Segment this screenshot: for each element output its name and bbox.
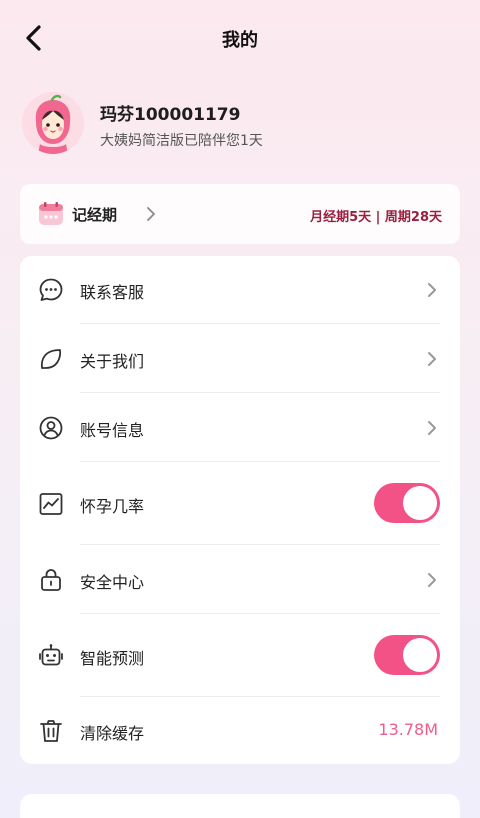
user-circle-icon bbox=[38, 415, 64, 441]
menu-item-customer-service[interactable]: 联系客服 bbox=[20, 256, 460, 324]
bottom-card bbox=[20, 794, 460, 818]
smart-prediction-toggle[interactable] bbox=[374, 635, 440, 675]
menu-label: 联系客服 bbox=[80, 283, 145, 302]
settings-menu: 联系客服 关于我们 账号信息 怀孕几率 安全中心 智能预测 清除缓存 13.78… bbox=[20, 256, 460, 764]
chevron-right-icon bbox=[426, 350, 438, 368]
chat-bubble-icon bbox=[38, 277, 64, 303]
menu-item-account-info[interactable]: 账号信息 bbox=[20, 393, 460, 462]
menu-label: 安全中心 bbox=[80, 573, 145, 592]
period-card[interactable]: 记经期 月经期5天 | 周期28天 bbox=[20, 184, 460, 244]
menu-label: 清除缓存 bbox=[80, 724, 145, 743]
chart-trend-icon bbox=[38, 491, 64, 517]
profile-section[interactable]: 玛芬100001179 大姨妈简洁版已陪伴您1天 bbox=[22, 92, 462, 156]
menu-item-about-us[interactable]: 关于我们 bbox=[20, 324, 460, 393]
menu-item-security-center[interactable]: 安全中心 bbox=[20, 545, 460, 614]
header: 我的 bbox=[0, 0, 480, 78]
calendar-icon bbox=[38, 202, 64, 226]
page-title: 我的 bbox=[222, 30, 258, 51]
menu-label: 关于我们 bbox=[80, 352, 145, 371]
menu-item-clear-cache[interactable]: 清除缓存 13.78M bbox=[20, 697, 460, 764]
period-label: 记经期 bbox=[72, 206, 118, 224]
chevron-right-icon bbox=[426, 281, 438, 299]
pregnancy-chance-toggle[interactable] bbox=[374, 483, 440, 523]
leaf-icon bbox=[38, 346, 64, 372]
chevron-right-icon bbox=[426, 571, 438, 589]
menu-label: 账号信息 bbox=[80, 421, 145, 440]
toggle-knob bbox=[403, 638, 437, 672]
period-summary: 月经期5天 | 周期28天 bbox=[310, 210, 442, 225]
username: 玛芬100001179 bbox=[100, 105, 241, 125]
menu-item-smart-prediction: 智能预测 bbox=[20, 614, 460, 697]
companion-days-text: 大姨妈简洁版已陪伴您1天 bbox=[100, 133, 263, 149]
menu-label: 怀孕几率 bbox=[80, 497, 145, 516]
cache-size-value: 13.78M bbox=[378, 720, 438, 739]
chevron-right-icon bbox=[146, 206, 156, 222]
trash-icon bbox=[38, 718, 64, 744]
menu-item-pregnancy-chance: 怀孕几率 bbox=[20, 462, 460, 545]
robot-icon bbox=[38, 643, 64, 669]
toggle-knob bbox=[403, 486, 437, 520]
chevron-right-icon bbox=[426, 419, 438, 437]
avatar[interactable] bbox=[22, 92, 84, 154]
lock-icon bbox=[38, 567, 64, 593]
menu-label: 智能预测 bbox=[80, 649, 145, 668]
